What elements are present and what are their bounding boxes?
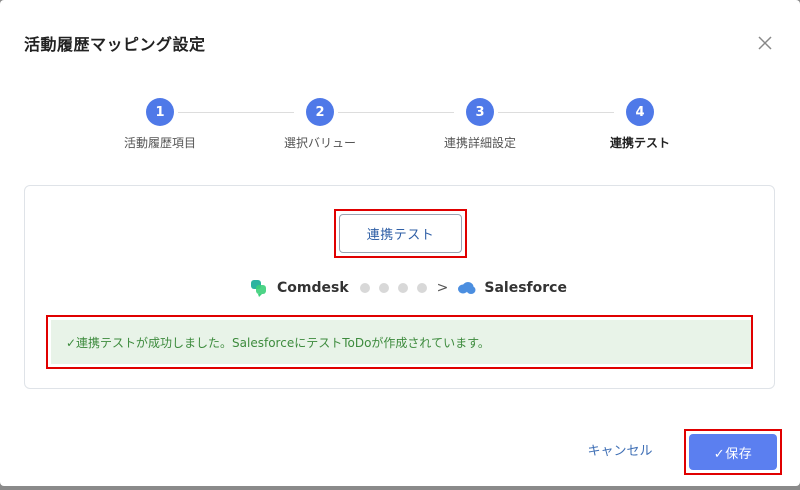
step-1-circle[interactable]: 1 — [146, 98, 174, 126]
success-message: ✓連携テストが成功しました。SalesforceにテストToDoが作成されていま… — [51, 320, 751, 364]
step-1-label: 活動履歴項目 — [123, 136, 196, 150]
salesforce-cloud-icon — [457, 281, 476, 295]
progress-dots — [359, 283, 427, 293]
dialog-title: 活動履歴マッピング設定 — [24, 35, 206, 54]
progress-dot — [416, 283, 427, 293]
progress-dot — [397, 283, 408, 293]
close-icon[interactable] — [752, 30, 778, 56]
step-2-circle[interactable]: 2 — [306, 98, 334, 126]
connection-flow: Comdesk > Salesforce — [250, 278, 567, 298]
connection-test-button[interactable]: 連携テスト — [339, 214, 462, 253]
progress-dot — [378, 283, 389, 293]
step-3-label: 連携詳細設定 — [443, 136, 516, 150]
save-button[interactable]: ✓保存 — [689, 434, 777, 470]
arrow-text: > — [436, 280, 449, 296]
step-connector — [498, 112, 614, 113]
target-name: Salesforce — [484, 280, 567, 296]
step-4-label: 連携テスト — [609, 136, 670, 150]
step-2-label: 選択バリュー — [283, 136, 356, 150]
step-3-circle[interactable]: 3 — [466, 98, 494, 126]
step-connector — [338, 112, 454, 113]
source-name: Comdesk — [277, 280, 349, 296]
cancel-button[interactable]: キャンセル — [580, 440, 660, 464]
step-connector — [178, 112, 294, 113]
mapping-dialog: 活動履歴マッピング設定 1 2 3 4 活動履歴項目 選択バリュー 連携詳細設定… — [0, 0, 800, 486]
comdesk-logo-icon — [250, 279, 270, 297]
progress-dot — [359, 283, 370, 293]
step-4-circle[interactable]: 4 — [626, 98, 654, 126]
